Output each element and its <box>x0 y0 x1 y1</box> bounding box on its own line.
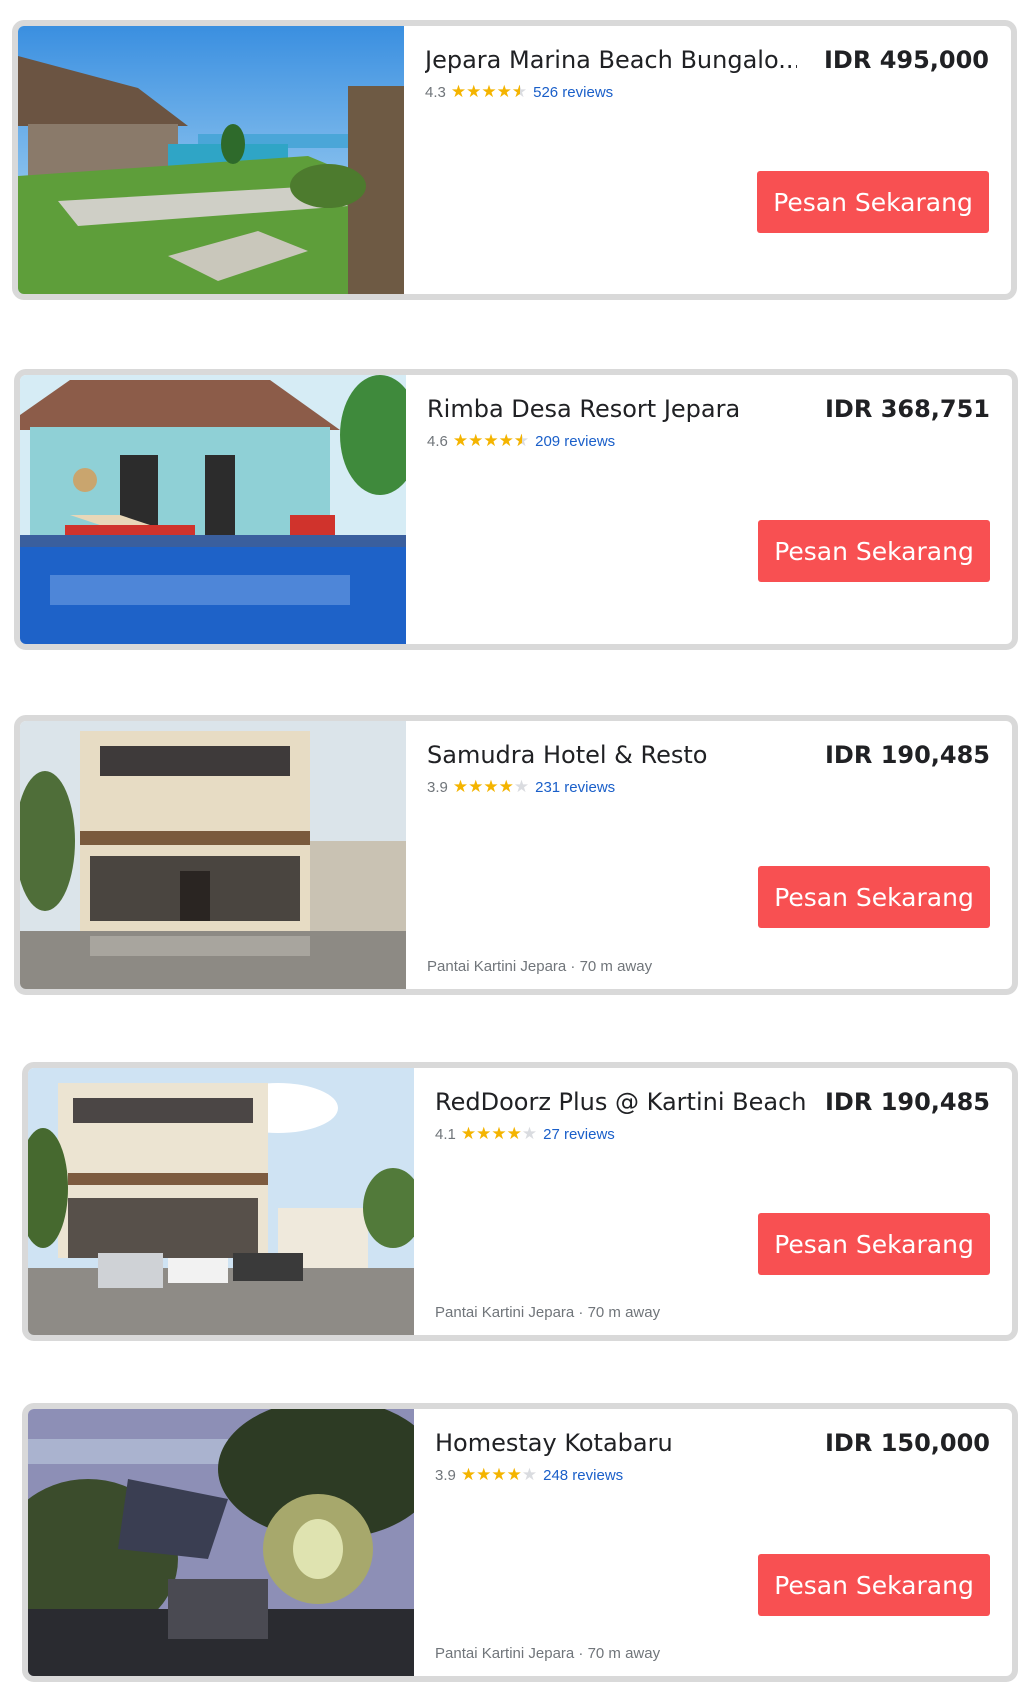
hotel-price: IDR 368,751 <box>825 395 990 423</box>
hotel-price: IDR 495,000 <box>824 46 989 74</box>
listing-card[interactable]: Samudra Hotel & Resto IDR 190,485 3.9 ★★★… <box>14 715 1018 995</box>
distance-text: Pantai Kartini Jepara · 70 m away <box>427 958 653 975</box>
hotel-name[interactable]: Homestay Kotabaru <box>435 1429 807 1457</box>
star-rating: ★★★★★ <box>461 1124 537 1143</box>
resort-pool-photo[interactable] <box>20 375 406 644</box>
book-now-button[interactable]: Pesan Sekarang <box>758 866 990 928</box>
star-full-icon: ★ <box>466 82 482 101</box>
book-now-button[interactable]: Pesan Sekarang <box>758 520 990 582</box>
star-rating: ★★★★★ <box>461 1465 537 1484</box>
star-full-icon: ★ <box>468 431 484 450</box>
star-full-icon: ★ <box>476 1465 492 1484</box>
star-full-icon: ★ <box>452 431 469 450</box>
star-full-icon: ★ <box>481 82 497 101</box>
star-full-icon: ★ <box>498 431 514 450</box>
star-empty-icon: ★ <box>513 777 530 796</box>
star-half-icon: ★ <box>512 82 527 102</box>
book-now-button[interactable]: Pesan Sekarang <box>757 171 989 233</box>
rating-row: 3.9 ★★★★★ 248 reviews <box>435 1465 623 1485</box>
reviews-link[interactable]: 231 reviews <box>535 779 615 796</box>
listing-card[interactable]: Rimba Desa Resort Jepara IDR 368,751 4.6… <box>14 369 1018 650</box>
star-full-icon: ★ <box>450 82 467 101</box>
distance-text: Pantai Kartini Jepara · 70 m away <box>435 1304 661 1321</box>
rating-row: 3.9 ★★★★★ 231 reviews <box>427 777 615 797</box>
star-rating: ★★★★★ <box>450 82 527 102</box>
hotel-name[interactable]: Rimba Desa Resort Jepara <box>427 395 799 423</box>
star-full-icon: ★ <box>483 777 499 796</box>
hotel-price: IDR 190,485 <box>825 741 990 769</box>
star-full-icon: ★ <box>483 431 499 450</box>
hotel-name[interactable]: Jepara Marina Beach Bungalo... <box>425 46 797 74</box>
listing-card[interactable]: Homestay Kotabaru IDR 150,000 3.9 ★★★★★ 24… <box>22 1403 1018 1682</box>
rating-value: 4.6 <box>427 433 448 450</box>
star-empty-icon: ★ <box>521 1124 538 1143</box>
hotel-price: IDR 190,485 <box>825 1088 990 1116</box>
star-full-icon: ★ <box>496 82 512 101</box>
rating-row: 4.6★★★★★209 reviews <box>427 431 615 451</box>
star-half-icon: ★ <box>514 431 529 451</box>
reviews-link[interactable]: 209 reviews <box>535 433 615 450</box>
rating-row: 4.1 ★★★★★ 27 reviews <box>435 1124 615 1144</box>
star-full-icon: ★ <box>491 1465 507 1484</box>
rating-value: 4.1 <box>435 1126 456 1143</box>
reviews-link[interactable]: 27 reviews <box>543 1126 615 1143</box>
star-rating: ★★★★★ <box>453 777 529 796</box>
rating-value: 3.9 <box>427 779 448 796</box>
star-full-icon: ★ <box>491 1124 507 1143</box>
star-full-icon: ★ <box>476 1124 492 1143</box>
star-full-icon: ★ <box>452 777 469 796</box>
beach-bungalow-photo[interactable] <box>18 26 404 294</box>
hotel-name[interactable]: Samudra Hotel & Resto <box>427 741 799 769</box>
star-full-icon: ★ <box>506 1465 522 1484</box>
star-full-icon: ★ <box>468 777 484 796</box>
hotel-parking-photo[interactable] <box>28 1068 414 1335</box>
star-full-icon: ★ <box>460 1124 477 1143</box>
distance-text: Pantai Kartini Jepara · 70 m away <box>435 1645 661 1662</box>
star-full-icon: ★ <box>460 1465 477 1484</box>
star-rating: ★★★★★ <box>452 431 529 451</box>
book-now-button[interactable]: Pesan Sekarang <box>758 1554 990 1616</box>
homestay-garden-photo[interactable] <box>28 1409 414 1676</box>
hotel-price: IDR 150,000 <box>825 1429 990 1457</box>
listing-card[interactable]: RedDoorz Plus @ Kartini Beach... IDR 190… <box>22 1062 1018 1341</box>
star-full-icon: ★ <box>506 1124 522 1143</box>
hotel-facade-photo[interactable] <box>20 721 406 989</box>
rating-value: 4.3 <box>425 84 446 101</box>
star-full-icon: ★ <box>498 777 514 796</box>
book-now-button[interactable]: Pesan Sekarang <box>758 1213 990 1275</box>
rating-row: 4.3★★★★★526 reviews <box>425 82 613 102</box>
reviews-link[interactable]: 248 reviews <box>543 1467 623 1484</box>
listing-card[interactable]: Jepara Marina Beach Bungalo... IDR 495,0… <box>12 20 1017 300</box>
hotel-name[interactable]: RedDoorz Plus @ Kartini Beach... <box>435 1088 807 1116</box>
star-empty-icon: ★ <box>521 1465 538 1484</box>
reviews-link[interactable]: 526 reviews <box>533 84 613 101</box>
rating-value: 3.9 <box>435 1467 456 1484</box>
